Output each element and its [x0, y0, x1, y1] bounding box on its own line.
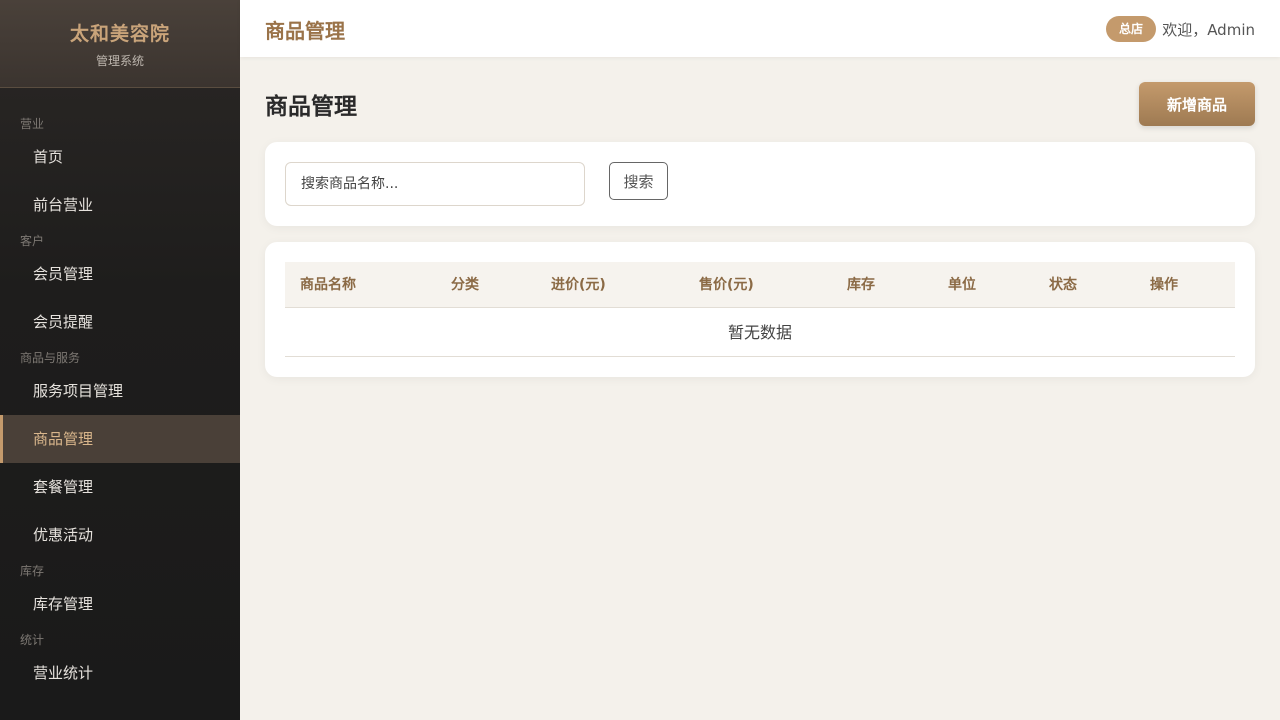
sidebar-item-home[interactable]: 首页 [0, 133, 240, 181]
nav-group-label-business: 营业 [20, 117, 45, 131]
column-header-stock: 库存 [847, 277, 875, 293]
sidebar-item-inventory[interactable]: 库存管理 [0, 580, 240, 628]
nav-group-label-statistics: 统计 [20, 633, 45, 647]
nav-group-label-products-services: 商品与服务 [20, 351, 81, 365]
column-header-status: 状态 [1049, 277, 1077, 293]
brand-title: 太和美容院 [69, 23, 170, 45]
sidebar-item-members[interactable]: 会员管理 [0, 250, 240, 298]
sidebar-nav: 营业 首页 前台营业 客户 会员管理 会员提醒 商品与服务 服务项目管理 商品管… [0, 88, 240, 697]
page-title: 商品管理 [265, 94, 357, 120]
search-input[interactable] [285, 162, 585, 206]
add-product-button[interactable]: 新增商品 [1139, 82, 1255, 126]
brand-subtitle: 管理系统 [95, 54, 144, 68]
store-badge: 总店 [1106, 16, 1156, 42]
sidebar-item-products[interactable]: 商品管理 [0, 415, 240, 463]
top-header: 商品管理 总店 欢迎，Admin [240, 0, 1280, 57]
header-title: 商品管理 [265, 19, 345, 43]
column-header-name: 商品名称 [300, 277, 356, 293]
table-empty-state: 暂无数据 [285, 308, 1235, 357]
brand-block: 太和美容院 管理系统 [0, 0, 240, 88]
sidebar-item-business-stats[interactable]: 营业统计 [0, 649, 240, 697]
nav-group-label-inventory: 库存 [20, 564, 45, 578]
sidebar-item-packages[interactable]: 套餐管理 [0, 463, 240, 511]
column-header-sale-price: 售价(元) [699, 277, 754, 293]
sidebar-item-promotions[interactable]: 优惠活动 [0, 511, 240, 559]
nav-group-label-customers: 客户 [20, 234, 45, 248]
search-panel: 搜索 [265, 142, 1255, 226]
column-header-actions: 操作 [1150, 277, 1178, 293]
sidebar: 太和美容院 管理系统 营业 首页 前台营业 客户 会员管理 会员提醒 商品与服务… [0, 0, 240, 720]
column-header-category: 分类 [451, 277, 479, 293]
column-header-unit: 单位 [948, 277, 976, 293]
welcome-text: 欢迎，Admin [1162, 21, 1255, 39]
column-header-cost-price: 进价(元) [551, 277, 606, 293]
sidebar-item-front-desk[interactable]: 前台营业 [0, 181, 240, 229]
search-button[interactable]: 搜索 [609, 162, 668, 200]
sidebar-item-services[interactable]: 服务项目管理 [0, 367, 240, 415]
table-header-row: 商品名称 分类 进价(元) 售价(元) 库存 单位 状态 操作 [285, 262, 1235, 308]
sidebar-item-member-reminders[interactable]: 会员提醒 [0, 298, 240, 346]
product-table-panel: 商品名称 分类 进价(元) 售价(元) 库存 单位 状态 操作 暂无数据 [265, 242, 1255, 377]
